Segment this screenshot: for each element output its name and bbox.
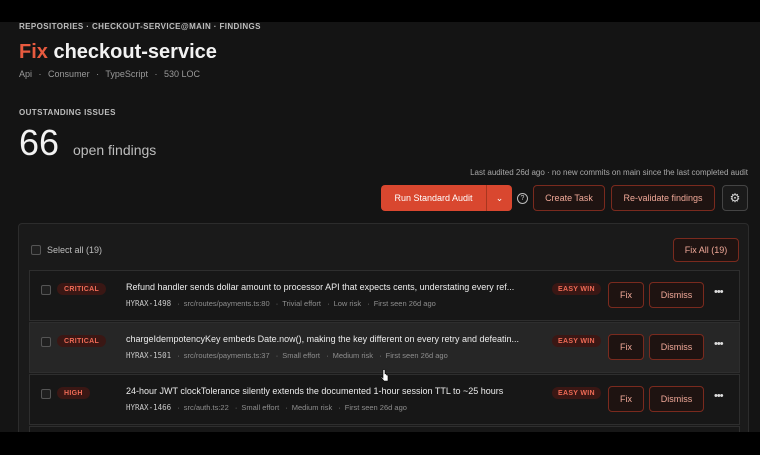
file-path[interactable]: src/routes/payments.ts:80 [184,299,270,308]
effort: Small effort [282,351,321,360]
repo-name: checkout-service [53,41,217,63]
fix-button[interactable]: Fix [608,282,644,308]
finding-row[interactable]: CRITICAL Refund handler sends dollar amo… [29,270,740,321]
help-icon[interactable]: ? [517,193,528,204]
severity-badge: CRITICAL [57,335,107,347]
finding-title[interactable]: Refund handler sends dollar amount to pr… [126,282,514,292]
risk: Low risk [333,299,362,308]
meta-separator: · [96,69,100,79]
outstanding-issues-label: OUTSTANDING ISSUES [19,108,116,117]
finding-title[interactable]: chargeIdempotencyKey embeds Date.now(), … [126,334,519,344]
row-checkbox[interactable] [41,285,51,295]
dismiss-button[interactable]: Dismiss [649,386,704,412]
fix-button[interactable]: Fix [608,386,644,412]
fix-button[interactable]: Fix [608,334,644,360]
settings-button[interactable]: ⚙ [722,185,748,211]
title-prefix: Fix [19,41,48,63]
revalidate-findings-button[interactable]: Re-validate findings [611,185,715,211]
meta-item: TypeScript [105,69,148,79]
severity-badge: CRITICAL [57,283,107,295]
dismiss-button[interactable]: Dismiss [649,282,704,308]
chevron-down-icon: ⌄ [495,192,504,203]
dismiss-button[interactable]: Dismiss [649,334,704,360]
more-icon[interactable]: ••• [714,338,724,350]
select-all-label: Select all (19) [47,245,103,255]
select-all[interactable]: Select all (19) [31,245,102,255]
easy-win-badge: EASY WIN [552,283,601,295]
meta-item: 530 LOC [163,69,201,79]
fix-all-button[interactable]: Fix All (19) [673,238,739,262]
effort: Trivial effort [282,299,321,308]
effort: Small effort [241,403,280,412]
run-audit-button[interactable]: Run Standard Audit [381,185,486,211]
finding-id: HYRAX-1501 [126,351,172,360]
mouse-cursor-icon [380,369,389,382]
finding-details: HYRAX-1501 · src/routes/payments.ts:37 · S… [126,351,448,360]
finding-id: HYRAX-1498 [126,299,172,308]
findings-panel: Select all (19) Fix All (19) CRITICAL Re… [18,223,749,432]
risk: Medium risk [291,403,333,412]
first-seen: First seen 26d ago [385,351,448,360]
more-icon[interactable]: ••• [714,286,724,298]
more-icon[interactable]: ••• [714,390,724,402]
finding-details: HYRAX-1466 · src/auth.ts:22 · Small effort… [126,403,407,412]
risk: Medium risk [332,351,374,360]
file-path[interactable]: src/routes/payments.ts:37 [184,351,270,360]
easy-win-badge: EASY WIN [552,335,601,347]
first-seen: First seen 26d ago [373,299,436,308]
create-task-button[interactable]: Create Task [533,185,605,211]
findings-count: 66 [19,122,60,163]
repo-meta: Api · Consumer · TypeScript · 530 LOC [19,69,204,79]
audit-status: Last audited 26d ago · no new commits on… [470,168,748,177]
finding-details: HYRAX-1498 · src/routes/payments.ts:80 · T… [126,299,436,308]
meta-item: Api [19,69,33,79]
row-checkbox[interactable] [41,337,51,347]
page-title: Fix checkout-service [19,41,217,64]
meta-separator: · [38,69,42,79]
first-seen: First seen 26d ago [344,403,407,412]
gear-icon: ⚙ [729,191,741,205]
meta-separator: · [154,69,158,79]
row-checkbox[interactable] [41,389,51,399]
finding-row[interactable] [29,426,740,432]
finding-title[interactable]: 24-hour JWT clockTolerance silently exte… [126,386,503,396]
run-audit-dropdown-button[interactable]: ⌄ [486,185,512,211]
severity-badge: HIGH [57,387,90,399]
file-path[interactable]: src/auth.ts:22 [184,403,229,412]
breadcrumb[interactable]: REPOSITORIES · CHECKOUT-SERVICE@MAIN · F… [19,22,261,31]
easy-win-badge: EASY WIN [552,387,601,399]
select-all-checkbox[interactable] [31,245,41,255]
finding-id: HYRAX-1466 [126,403,172,412]
findings-count-label: open findings [73,142,157,158]
finding-row[interactable]: CRITICAL chargeIdempotencyKey embeds Dat… [29,322,740,373]
meta-item: Consumer [48,69,90,79]
